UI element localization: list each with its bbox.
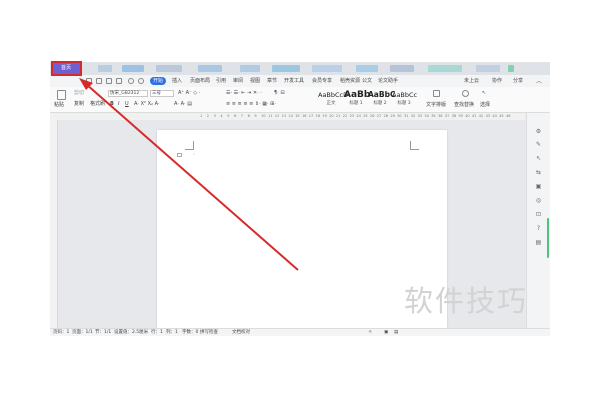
watermark-text: 软件技巧 [404,284,529,318]
annotation-arrow [79,78,299,271]
